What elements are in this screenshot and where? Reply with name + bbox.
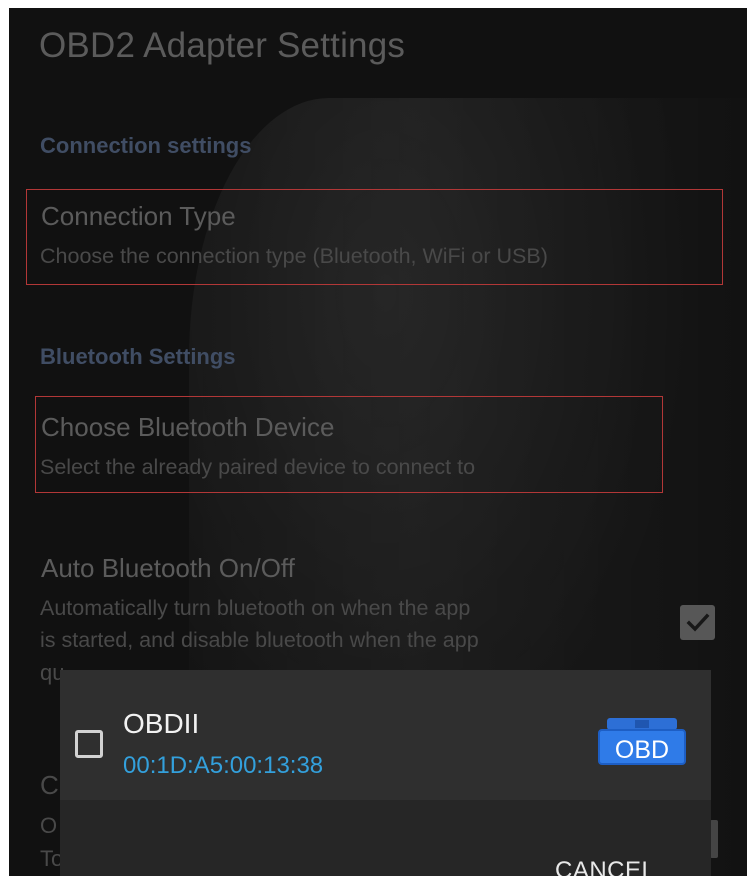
settings-screen: OBD2 Adapter Settings Connection setting… — [9, 8, 747, 876]
device-chooser-dialog: OBDII 00:1D:A5:00:13:38 OBD CANCEL — [60, 670, 711, 876]
dialog-actions: CANCEL — [60, 800, 711, 876]
obd-adapter-icon: OBD — [598, 718, 686, 765]
device-name: OBDII — [123, 708, 200, 739]
device-list-item[interactable]: OBDII 00:1D:A5:00:13:38 OBD — [60, 670, 711, 800]
obd-icon-label: OBD — [615, 736, 669, 764]
cancel-button[interactable]: CANCEL — [555, 857, 655, 876]
device-address: 00:1D:A5:00:13:38 — [123, 752, 324, 779]
device-checkbox[interactable] — [75, 730, 103, 758]
